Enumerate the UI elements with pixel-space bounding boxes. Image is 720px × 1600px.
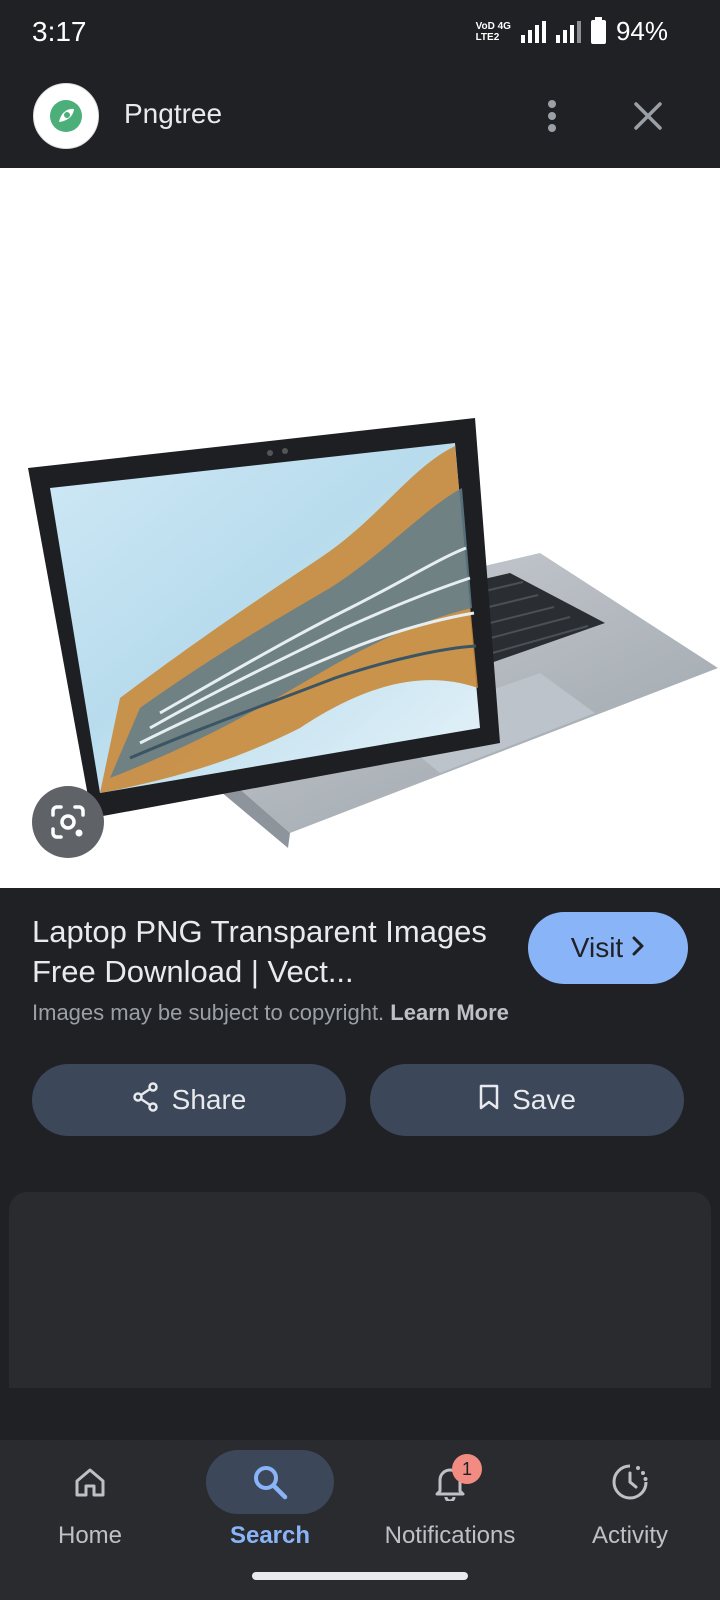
nav-label: Home <box>57 1522 123 1549</box>
visit-button[interactable]: Visit <box>528 912 688 984</box>
save-label: Save <box>512 1084 576 1115</box>
home-indicator[interactable] <box>252 1572 468 1580</box>
signal-icon <box>555 20 581 43</box>
status-icons: VoD 4G LTE2 94% <box>476 16 668 47</box>
battery-icon <box>590 16 606 44</box>
copyright-text: Images may be subject to copyright. <box>32 1000 385 1025</box>
status-time: 3:17 <box>32 16 87 47</box>
battery-level: 94% <box>615 16 668 46</box>
nav-notifications[interactable]: 1 Notifications <box>360 1450 540 1570</box>
bell-icon: 1 <box>386 1450 514 1514</box>
result-title[interactable]: Laptop PNG Transparent Images Free Downl… <box>32 912 492 992</box>
visit-label: Visit <box>570 932 624 963</box>
laptop-image <box>28 418 718 848</box>
network-label: VoD 4G LTE2 <box>475 20 511 43</box>
signal-icon <box>520 20 546 43</box>
nav-label: Notifications <box>384 1522 516 1549</box>
chevron-right-icon <box>631 932 645 964</box>
bookmark-icon <box>478 1083 500 1118</box>
close-icon[interactable] <box>626 94 670 138</box>
save-button[interactable]: Save <box>370 1064 684 1136</box>
nav-label: Activity <box>591 1522 668 1549</box>
source-header: Pngtree <box>0 66 720 168</box>
loading-card <box>9 1192 711 1388</box>
learn-more-link[interactable]: Learn More <box>390 1000 509 1025</box>
notification-badge: 1 <box>452 1454 482 1484</box>
share-icon <box>132 1081 160 1119</box>
copyright-notice: Images may be subject to copyright. Lear… <box>32 1000 509 1026</box>
share-label: Share <box>171 1084 247 1115</box>
more-vert-icon[interactable] <box>532 94 572 138</box>
site-name[interactable]: Pngtree <box>124 98 222 130</box>
nav-search[interactable]: Search <box>180 1450 360 1570</box>
search-icon <box>206 1450 334 1514</box>
activity-icon <box>566 1450 694 1514</box>
nav-home[interactable]: Home <box>0 1450 180 1570</box>
image-preview[interactable] <box>0 168 720 888</box>
pngtree-leaf-icon[interactable] <box>33 83 99 149</box>
status-bar: 3:17 VoD 4G LTE2 94% <box>0 0 720 66</box>
share-button[interactable]: Share <box>32 1064 346 1136</box>
home-icon <box>26 1450 154 1514</box>
nav-label: Search <box>229 1522 311 1549</box>
lens-search-icon[interactable] <box>32 786 104 858</box>
nav-activity[interactable]: Activity <box>540 1450 720 1570</box>
